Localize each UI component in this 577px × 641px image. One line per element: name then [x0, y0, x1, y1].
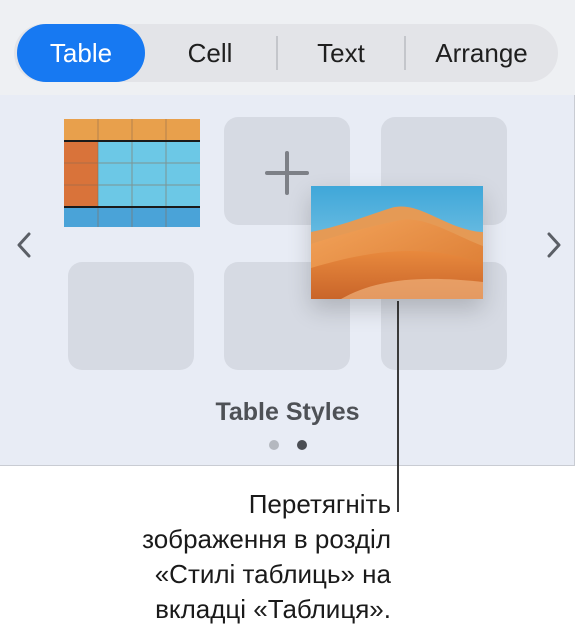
- format-tab-bar: Table Cell Text Arrange: [14, 24, 558, 82]
- callout-line-4: вкладці «Таблиця».: [155, 594, 391, 624]
- callout-line-1: Перетягніть: [248, 489, 391, 519]
- callout-line: [397, 301, 399, 512]
- page-dot[interactable]: [269, 440, 279, 450]
- desert-dunes-image[interactable]: [311, 186, 483, 299]
- empty-style-slot[interactable]: [68, 262, 194, 370]
- page-dot-active[interactable]: [297, 440, 307, 450]
- section-title: Table Styles: [215, 398, 360, 426]
- chevron-right-icon[interactable]: [542, 228, 566, 262]
- tab-text[interactable]: Text: [280, 24, 402, 82]
- tab-separator: [276, 36, 278, 70]
- callout-line-3: «Стилі таблиць» на: [154, 559, 391, 589]
- tab-table[interactable]: Table: [17, 24, 145, 82]
- table-style-thumbnail[interactable]: [64, 119, 200, 227]
- callout-caption: Перетягніть зображення в розділ «Стилі т…: [51, 487, 391, 627]
- format-sidebar: Table Cell Text Arrange Table Styles: [0, 0, 575, 466]
- tab-arrange[interactable]: Arrange: [408, 24, 555, 82]
- chevron-left-icon[interactable]: [12, 228, 36, 262]
- tab-cell[interactable]: Cell: [148, 24, 272, 82]
- callout-line-2: зображення в розділ: [142, 524, 391, 554]
- tab-separator: [404, 36, 406, 70]
